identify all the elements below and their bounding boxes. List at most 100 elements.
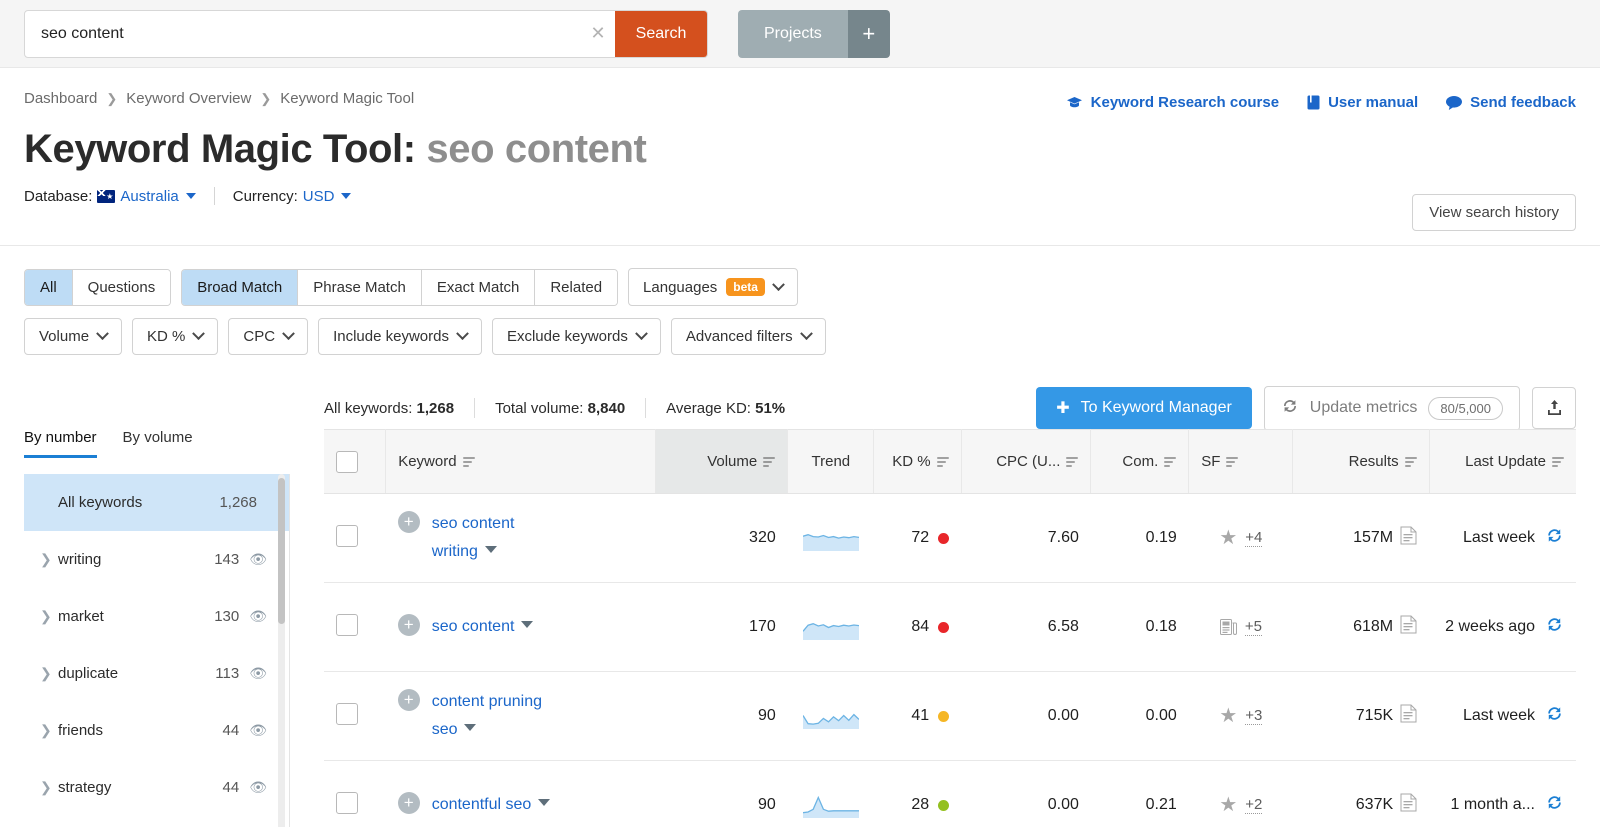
table-row[interactable]: + seo content writing 320 72 7.60 0.19 ★ +… (324, 493, 1576, 583)
select-all-checkbox[interactable] (336, 450, 358, 473)
sidebar-scrollbar[interactable] (278, 474, 285, 827)
row-checkbox[interactable] (336, 613, 358, 636)
table-row[interactable]: + contentful seo 90 28 0.00 0.21 ★ +2 637… (324, 760, 1576, 827)
chevron-right-icon[interactable]: ❯ (40, 608, 58, 625)
keyword-link[interactable]: seo content (432, 618, 515, 635)
eye-icon[interactable]: 👁 (249, 608, 267, 625)
update-metrics-button[interactable]: Update metrics 80/5,000 (1263, 385, 1520, 431)
to-keyword-manager-button[interactable]: ✚ To Keyword Manager (1036, 387, 1252, 429)
keyword-menu-caret-icon[interactable] (484, 546, 497, 553)
export-button[interactable] (1532, 387, 1576, 429)
column-header-keyword[interactable]: Keyword (385, 429, 657, 494)
serp-document-icon[interactable] (1400, 615, 1417, 639)
column-header-com[interactable]: Com. (1090, 429, 1190, 494)
sidebar-item-writing[interactable]: ❯ writing 143 👁 (24, 531, 289, 588)
serp-document-icon[interactable] (1400, 526, 1417, 550)
row-checkbox[interactable] (336, 524, 358, 547)
sort-icon[interactable] (1164, 456, 1177, 467)
sidebar-tab-by-number[interactable]: By number (24, 429, 97, 458)
keyword-menu-caret-icon[interactable] (464, 724, 477, 731)
sidebar-item-strategy[interactable]: ❯ strategy 44 👁 (24, 759, 289, 816)
add-keyword-icon[interactable]: + (397, 511, 420, 533)
keyword-link[interactable]: content pruning seo (432, 693, 542, 738)
sort-icon[interactable] (1226, 456, 1239, 467)
search-button[interactable]: Search (615, 10, 707, 57)
column-header-last-update[interactable]: Last Update (1429, 429, 1576, 494)
sidebar-item-duplicate[interactable]: ❯ duplicate 113 👁 (24, 645, 289, 702)
table-row[interactable]: + content pruning seo 90 41 0.00 0.00 ★ +3… (324, 671, 1576, 761)
chevron-right-icon[interactable]: ❯ (40, 665, 58, 682)
keyword-menu-caret-icon[interactable] (521, 621, 534, 628)
eye-icon[interactable]: 👁 (249, 665, 267, 682)
sidebar-tab-by-volume[interactable]: By volume (123, 429, 193, 458)
sort-icon[interactable] (936, 456, 949, 467)
refresh-icon[interactable] (1545, 616, 1564, 639)
chevron-right-icon[interactable]: ❯ (40, 551, 58, 568)
sidebar-item-market[interactable]: ❯ market 130 👁 (24, 588, 289, 645)
add-keyword-icon[interactable]: + (397, 689, 420, 711)
filter-broad-match[interactable]: Broad Match (182, 269, 299, 305)
column-header-cpc[interactable]: CPC (U... (961, 429, 1092, 494)
view-search-history-button[interactable]: View search history (1412, 194, 1576, 231)
exclude-keywords-dropdown[interactable]: Exclude keywords (491, 318, 661, 355)
cpc-filter-dropdown[interactable]: CPC (228, 318, 309, 355)
filter-questions[interactable]: Questions (72, 269, 171, 305)
database-selector[interactable]: Database: Australia (24, 188, 196, 205)
add-project-button[interactable]: + (847, 9, 890, 58)
send-feedback-link[interactable]: Send feedback (1446, 94, 1576, 111)
sidebar-item-all-keywords[interactable]: All keywords 1,268 (24, 474, 289, 531)
column-header-volume[interactable]: Volume (655, 429, 789, 494)
clear-search-icon[interactable]: ✕ (581, 11, 615, 57)
add-keyword-icon[interactable]: + (397, 792, 420, 814)
column-header-results[interactable]: Results (1292, 429, 1430, 494)
sort-icon[interactable] (462, 456, 475, 467)
include-keywords-dropdown[interactable]: Include keywords (318, 318, 482, 355)
user-manual-link[interactable]: User manual (1307, 94, 1418, 111)
database-value[interactable]: Australia (120, 188, 178, 205)
chevron-down-icon[interactable] (185, 193, 196, 199)
sf-more-link[interactable]: +3 (1245, 707, 1263, 725)
currency-value[interactable]: USD (303, 188, 335, 205)
refresh-icon[interactable] (1545, 794, 1564, 817)
refresh-icon[interactable] (1545, 705, 1564, 728)
currency-selector[interactable]: Currency: USD (233, 188, 352, 205)
sidebar-scrollbar-thumb[interactable] (278, 478, 285, 624)
sf-more-link[interactable]: +2 (1245, 796, 1263, 814)
eye-icon[interactable]: 👁 (249, 722, 267, 739)
filter-related[interactable]: Related (535, 269, 618, 305)
refresh-icon[interactable] (1545, 527, 1564, 550)
keyword-menu-caret-icon[interactable] (538, 799, 551, 806)
filter-exact-match[interactable]: Exact Match (421, 269, 536, 305)
sf-more-link[interactable]: +4 (1245, 529, 1263, 547)
chevron-down-icon[interactable] (341, 193, 352, 199)
breadcrumb-item-keyword-magic-tool[interactable]: Keyword Magic Tool (280, 90, 414, 107)
keyword-link[interactable]: contentful seo (432, 796, 532, 813)
chevron-right-icon[interactable]: ❯ (40, 779, 58, 796)
breadcrumb-item-keyword-overview[interactable]: Keyword Overview (126, 90, 251, 107)
row-checkbox[interactable] (336, 791, 358, 814)
kd-filter-dropdown[interactable]: KD % (132, 318, 219, 355)
sort-icon[interactable] (1066, 456, 1079, 467)
breadcrumb-item-dashboard[interactable]: Dashboard (24, 90, 97, 107)
filter-phrase-match[interactable]: Phrase Match (298, 269, 422, 305)
sidebar-item-friends[interactable]: ❯ friends 44 👁 (24, 702, 289, 759)
volume-filter-dropdown[interactable]: Volume (24, 318, 123, 355)
keyword-research-course-link[interactable]: Keyword Research course (1066, 94, 1279, 111)
chevron-right-icon[interactable]: ❯ (40, 722, 58, 739)
row-checkbox[interactable] (336, 702, 358, 725)
table-row[interactable]: + seo content 170 84 6.58 0.18 +5 618M 2… (324, 582, 1576, 672)
serp-document-icon[interactable] (1400, 793, 1417, 817)
advanced-filters-dropdown[interactable]: Advanced filters (670, 318, 826, 355)
eye-icon[interactable]: 👁 (249, 551, 267, 568)
keyword-link[interactable]: seo content writing (432, 515, 515, 560)
sort-icon[interactable] (763, 456, 776, 467)
languages-dropdown[interactable]: Languages beta (628, 268, 798, 306)
search-input[interactable] (25, 10, 581, 57)
column-header-trend[interactable]: Trend (787, 429, 875, 494)
sf-more-link[interactable]: +5 (1244, 618, 1262, 636)
column-header-kd[interactable]: KD % (873, 429, 962, 494)
add-keyword-icon[interactable]: + (397, 614, 420, 636)
projects-button[interactable]: Projects (738, 9, 848, 58)
sort-icon[interactable] (1404, 456, 1417, 467)
serp-document-icon[interactable] (1400, 704, 1417, 728)
